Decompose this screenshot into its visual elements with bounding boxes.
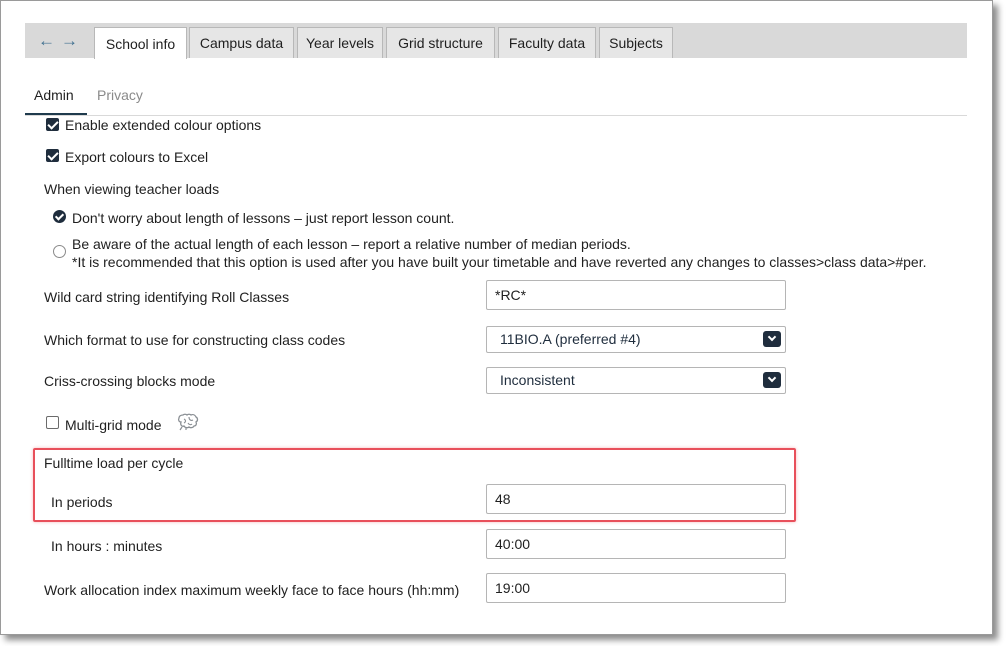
subtab-admin[interactable]: Admin xyxy=(34,87,74,103)
tab-label: School info xyxy=(105,35,176,52)
work-allocation-label: Work allocation index maximum weekly fac… xyxy=(44,582,460,598)
tab-school-info[interactable]: School info xyxy=(94,27,187,59)
brain-icon xyxy=(177,413,199,431)
class-code-format-label: Which format to use for constructing cla… xyxy=(44,332,346,348)
tab-year-levels[interactable]: Year levels xyxy=(297,27,383,58)
export-colours-label: Export colours to Excel xyxy=(65,149,209,165)
report-lesson-count-label: Don't worry about length of lessons – ju… xyxy=(72,210,455,226)
report-median-periods-label: Be aware of the actual length of each le… xyxy=(72,236,631,252)
extended-colour-checkbox[interactable] xyxy=(46,118,59,131)
recommendation-note: *It is recommended that this option is u… xyxy=(72,254,927,270)
arrow-right-icon[interactable]: → xyxy=(61,32,78,49)
tab-campus-data[interactable]: Campus data xyxy=(189,27,294,58)
criss-crossing-select[interactable]: Inconsistent xyxy=(486,367,786,394)
extended-colour-label: Enable extended colour options xyxy=(65,117,262,133)
teacher-loads-heading: When viewing teacher loads xyxy=(44,181,220,197)
in-hours-input[interactable] xyxy=(486,529,786,559)
arrow-left-icon[interactable]: ← xyxy=(38,32,55,49)
class-code-format-select[interactable]: 11BIO.A (preferred #4) xyxy=(486,326,786,353)
wildcard-label: Wild card string identifying Roll Classe… xyxy=(44,289,290,305)
work-allocation-input[interactable] xyxy=(486,573,786,603)
tab-label: Year levels xyxy=(306,35,374,51)
subtab-privacy[interactable]: Privacy xyxy=(97,87,143,103)
tab-label: Grid structure xyxy=(398,35,483,51)
chevron-down-icon[interactable] xyxy=(763,372,781,388)
highlight-annotation xyxy=(33,448,796,522)
wildcard-input[interactable] xyxy=(486,280,786,310)
export-colours-checkbox[interactable] xyxy=(46,149,59,162)
subtab-divider xyxy=(25,115,967,116)
multi-grid-checkbox[interactable] xyxy=(46,416,59,429)
in-hours-label: In hours : minutes xyxy=(51,538,163,554)
report-lesson-count-radio[interactable] xyxy=(53,210,66,223)
tab-bar: ← → School info Campus data Year levels … xyxy=(25,23,967,59)
criss-crossing-label: Criss-crossing blocks mode xyxy=(44,373,216,389)
tab-label: Subjects xyxy=(609,35,663,51)
multi-grid-label: Multi-grid mode xyxy=(65,417,162,433)
report-median-periods-radio[interactable] xyxy=(53,245,66,258)
tab-label: Campus data xyxy=(199,35,284,51)
tab-faculty-data[interactable]: Faculty data xyxy=(498,27,596,58)
class-code-format-value: 11BIO.A (preferred #4) xyxy=(500,331,641,347)
tab-label: Faculty data xyxy=(508,35,586,51)
settings-window: ← → School info Campus data Year levels … xyxy=(0,0,993,635)
tab-subjects[interactable]: Subjects xyxy=(599,27,673,58)
tab-grid-structure[interactable]: Grid structure xyxy=(386,27,495,58)
chevron-down-icon[interactable] xyxy=(763,331,781,347)
criss-crossing-value: Inconsistent xyxy=(500,372,575,388)
